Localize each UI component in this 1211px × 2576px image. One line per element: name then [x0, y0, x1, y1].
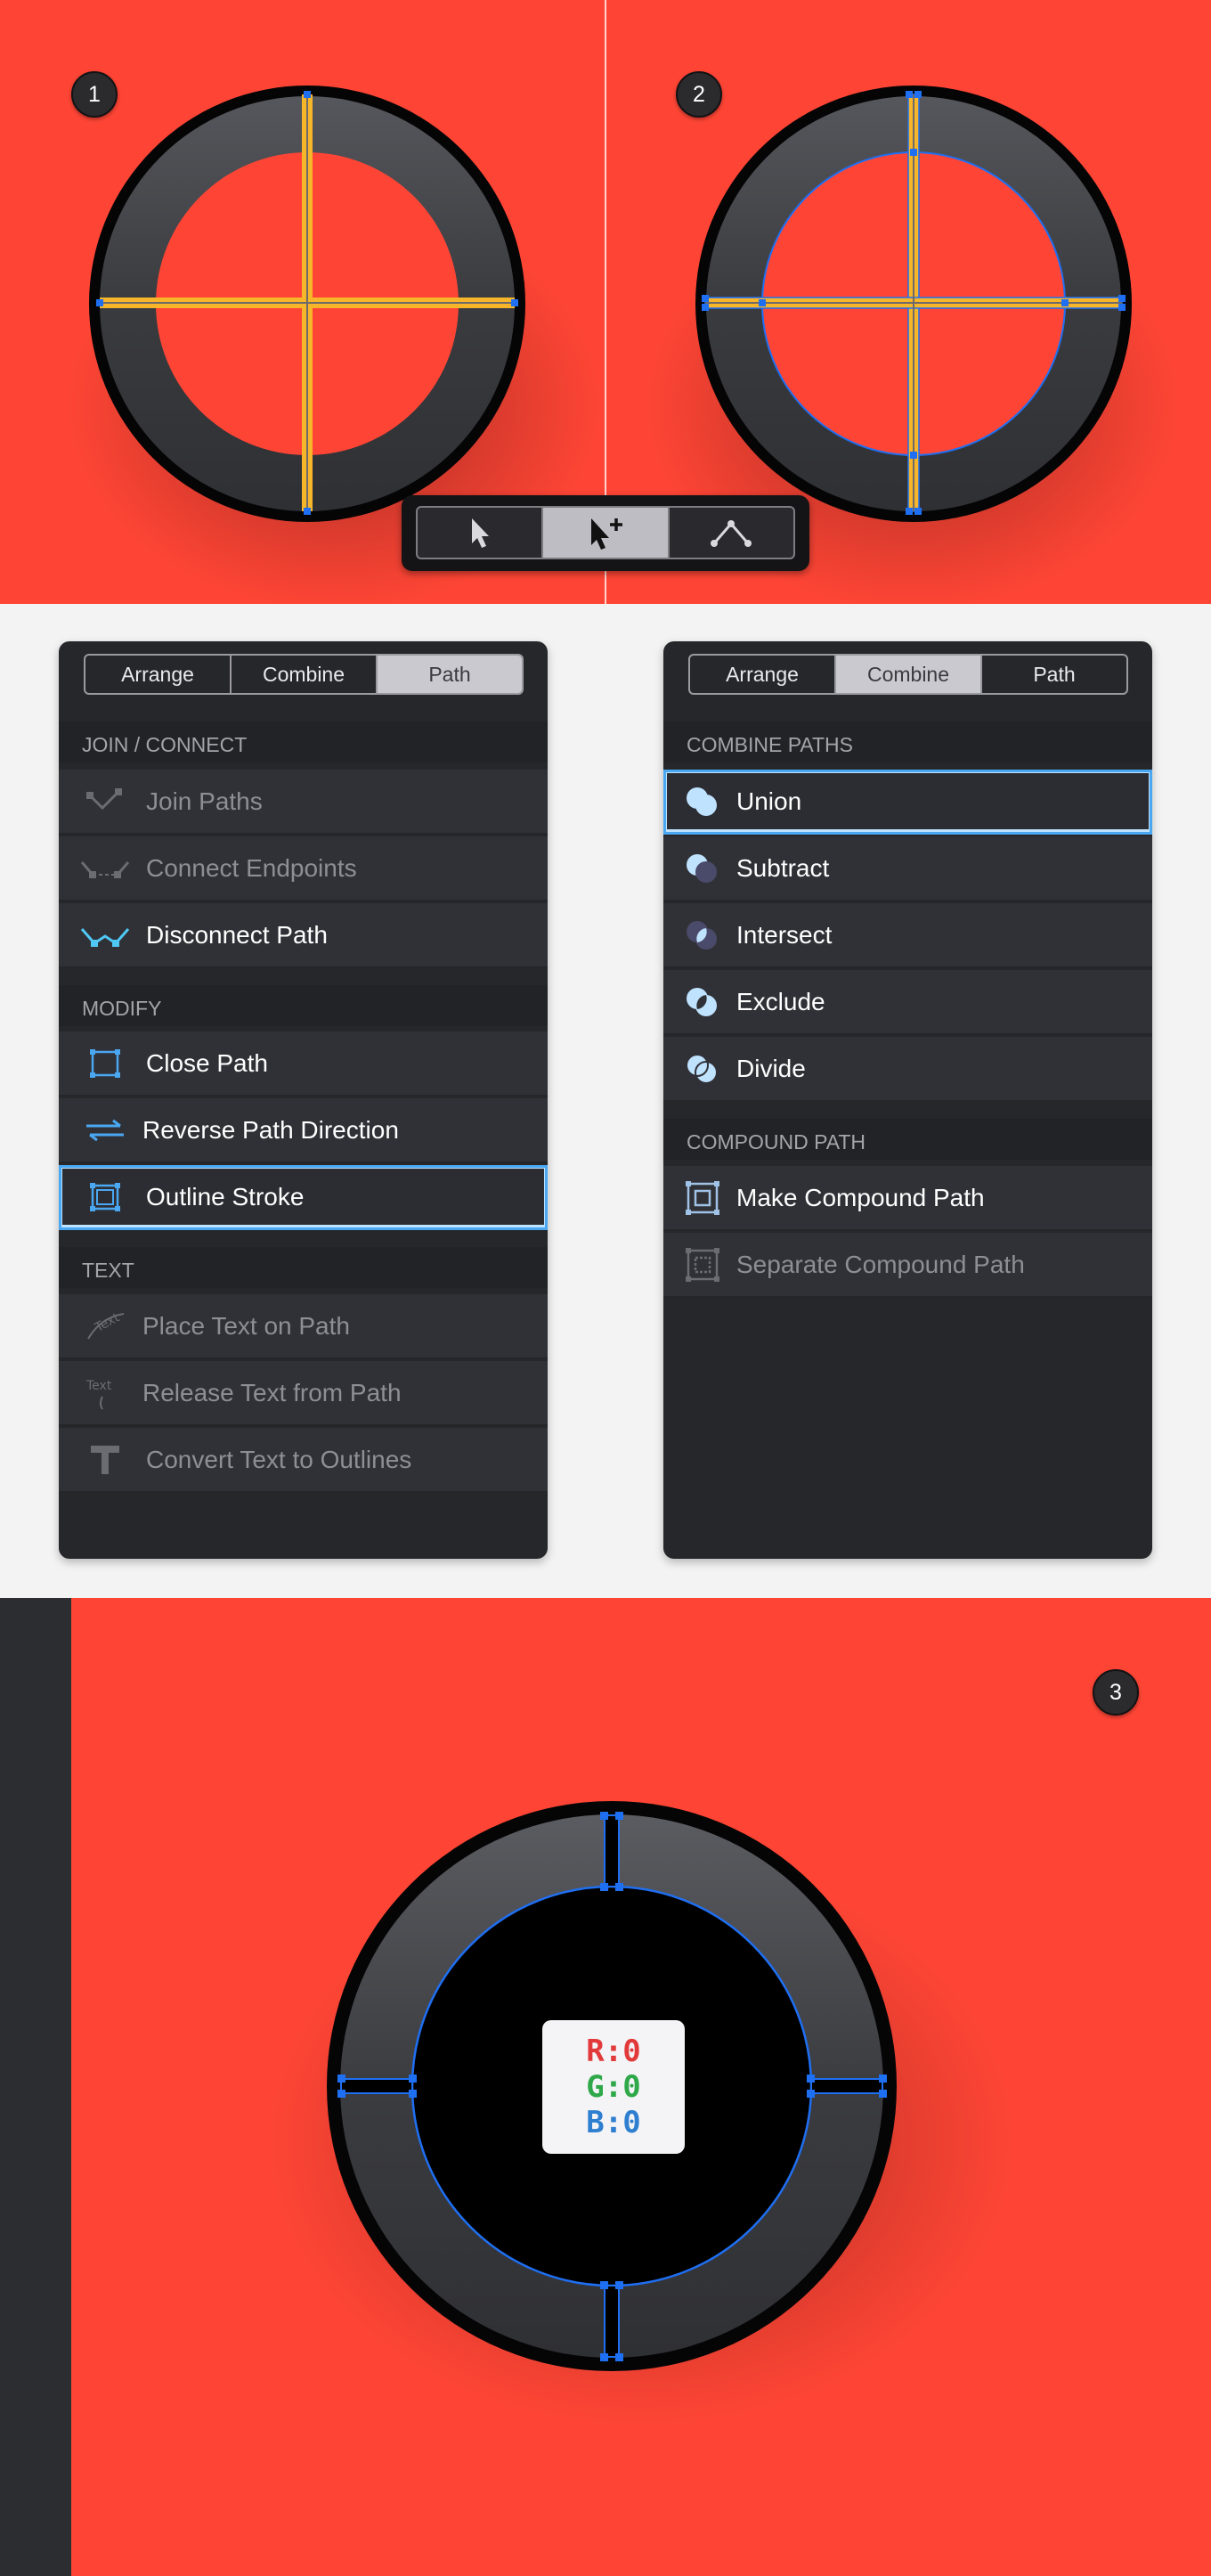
menu-item-label: Union: [736, 787, 802, 815]
tab-path[interactable]: Path: [378, 656, 522, 693]
menu-item-label: Close Path: [146, 1048, 268, 1077]
menu-item-make-compound-path[interactable]: Make Compound Path: [663, 1166, 1152, 1231]
select-tool-button[interactable]: [418, 508, 544, 558]
menu-item-outline-stroke[interactable]: Outline Stroke: [59, 1165, 548, 1230]
step-badge-3: 3: [1093, 1669, 1139, 1716]
selection-toolbar: [402, 495, 809, 571]
section-header-combine-paths: COMBINE PATHS: [663, 721, 1152, 762]
union-icon: [683, 784, 722, 819]
left-sidebar-strip: [0, 1598, 71, 2576]
menu-item-convert-text-to-outlines[interactable]: Convert Text to Outlines: [59, 1428, 548, 1493]
menu-item-separate-compound-path[interactable]: Separate Compound Path: [663, 1233, 1152, 1298]
menu-item-connect-endpoints[interactable]: Connect Endpoints: [59, 836, 548, 901]
reverse-direction-icon: [78, 1113, 132, 1148]
menu-item-reverse-path-direction[interactable]: Reverse Path Direction: [59, 1098, 548, 1163]
combine-menu-panel: Arrange Combine Path COMBINE PATHS Union…: [663, 641, 1152, 1559]
menu-item-label: Separate Compound Path: [736, 1250, 1025, 1278]
tab-arrange[interactable]: Arrange: [85, 656, 232, 693]
tab-arrange[interactable]: Arrange: [690, 656, 836, 693]
connect-endpoints-icon: [78, 851, 132, 886]
menu-item-join-paths[interactable]: Join Paths: [59, 770, 548, 835]
node-path-icon: [711, 520, 752, 547]
menu-item-label: Place Text on Path: [142, 1311, 350, 1340]
menu-item-divide[interactable]: Divide: [663, 1037, 1152, 1102]
make-compound-icon: [683, 1180, 722, 1216]
color-chip: R:0 G:0 B:0: [542, 2020, 685, 2154]
outline-stroke-icon: [78, 1179, 132, 1215]
path-menu-panel: Arrange Combine Path JOIN / CONNECT Join…: [59, 641, 548, 1559]
menu-item-label: Make Compound Path: [736, 1183, 985, 1211]
menu-item-label: Connect Endpoints: [146, 853, 357, 882]
section-header-compound-path: COMPOUND PATH: [663, 1119, 1152, 1160]
close-path-icon: [78, 1046, 132, 1081]
panel-tabs: Arrange Combine Path: [84, 654, 524, 695]
tab-combine[interactable]: Combine: [232, 656, 378, 693]
menu-item-release-text-from-path[interactable]: Text Release Text from Path: [59, 1361, 548, 1426]
panel-tabs: Arrange Combine Path: [688, 654, 1128, 695]
menu-item-label: Outline Stroke: [146, 1182, 305, 1211]
menu-item-label: Intersect: [736, 920, 833, 949]
menu-item-place-text-on-path[interactable]: Text Place Text on Path: [59, 1294, 548, 1359]
menu-item-label: Disconnect Path: [146, 920, 328, 949]
svg-text:Text: Text: [93, 1310, 123, 1335]
menu-item-disconnect-path[interactable]: Disconnect Path: [59, 903, 548, 968]
menu-item-close-path[interactable]: Close Path: [59, 1031, 548, 1096]
menu-item-exclude[interactable]: Exclude: [663, 970, 1152, 1035]
color-chip-blue-value: B:0: [586, 2105, 641, 2140]
node-tool-button[interactable]: [670, 508, 793, 558]
section-header-text: TEXT: [59, 1247, 548, 1288]
tab-combine[interactable]: Combine: [836, 656, 982, 693]
menu-item-label: Reverse Path Direction: [142, 1115, 399, 1144]
toolbar-segment: [416, 506, 795, 559]
menu-item-label: Join Paths: [146, 787, 263, 815]
color-chip-red-value: R:0: [586, 2034, 641, 2069]
svg-text:Text: Text: [85, 1379, 112, 1393]
direct-select-arrow-plus-icon: [590, 518, 622, 550]
menu-item-subtract[interactable]: Subtract: [663, 836, 1152, 901]
menu-item-label: Exclude: [736, 987, 825, 1015]
intersect-icon: [683, 917, 722, 953]
menu-item-label: Divide: [736, 1054, 806, 1082]
menu-item-intersect[interactable]: Intersect: [663, 903, 1152, 968]
section-header-modify: MODIFY: [59, 985, 548, 1026]
menu-item-union[interactable]: Union: [663, 770, 1152, 835]
menu-item-label: Convert Text to Outlines: [146, 1445, 412, 1473]
menu-item-label: Subtract: [736, 853, 830, 882]
tab-path[interactable]: Path: [982, 656, 1126, 693]
subtract-icon: [683, 851, 722, 886]
separate-compound-icon: [683, 1247, 722, 1283]
exclude-icon: [683, 984, 722, 1020]
color-chip-green-value: G:0: [586, 2069, 641, 2105]
section-header-join: JOIN / CONNECT: [59, 721, 548, 762]
menu-item-label: Release Text from Path: [142, 1378, 402, 1406]
select-arrow-icon: [471, 518, 489, 548]
divide-icon: [683, 1051, 722, 1087]
text-on-path-icon: Text: [78, 1308, 132, 1344]
release-text-icon: Text: [78, 1375, 132, 1411]
direct-select-tool-button[interactable]: [543, 508, 670, 558]
disconnect-path-icon: [78, 917, 132, 953]
join-paths-icon: [78, 784, 132, 819]
step-badge-1: 1: [71, 71, 118, 118]
step-badge-2: 2: [676, 71, 722, 118]
text-outlines-icon: [78, 1442, 132, 1478]
